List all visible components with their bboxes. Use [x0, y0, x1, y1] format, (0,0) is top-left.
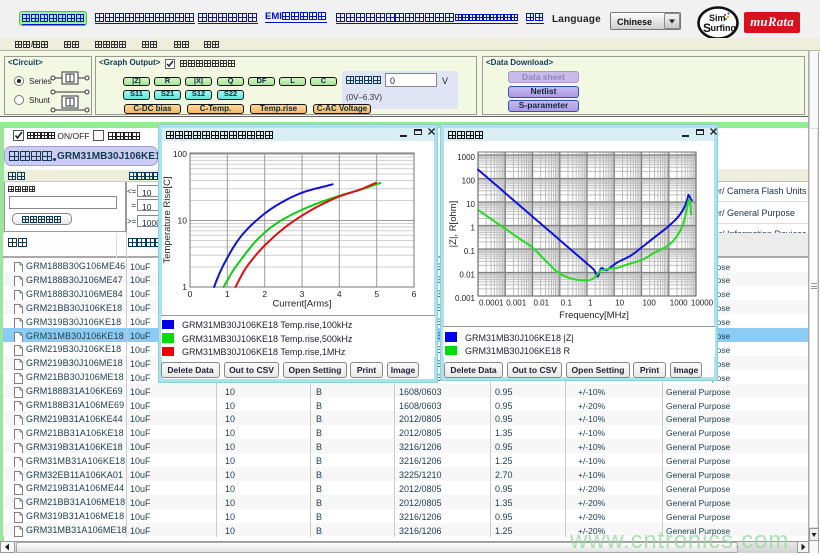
svg-text:0.001: 0.001	[506, 299, 527, 308]
svg-text:100: 100	[462, 177, 476, 186]
svg-text:|Z|, R[ohm]: |Z|, R[ohm]	[448, 201, 459, 248]
svg-text:0.1: 0.1	[464, 247, 476, 256]
svg-text:0.01: 0.01	[459, 271, 475, 280]
svg-text:10: 10	[615, 299, 624, 308]
svg-text:10000: 10000	[691, 299, 714, 308]
svg-text:1000: 1000	[670, 299, 688, 308]
svg-text:10: 10	[466, 200, 475, 209]
svg-text:0.1: 0.1	[561, 299, 573, 308]
svg-text:0.01: 0.01	[534, 299, 550, 308]
svg-text:100: 100	[643, 299, 657, 308]
svg-text:1: 1	[588, 299, 593, 308]
svg-text:Frequency[MHz]: Frequency[MHz]	[559, 310, 629, 321]
svg-text:0.0001: 0.0001	[479, 299, 504, 308]
svg-text:1: 1	[471, 224, 476, 233]
svg-text:0.001: 0.001	[455, 294, 476, 303]
svg-text:1000: 1000	[457, 153, 475, 162]
